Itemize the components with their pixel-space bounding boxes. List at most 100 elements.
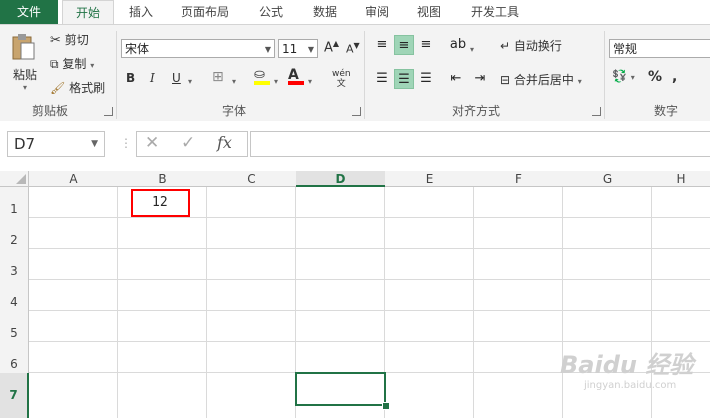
drag-handle-icon[interactable]: ⋮ <box>120 136 132 150</box>
fill-handle[interactable] <box>382 402 390 410</box>
tab-home[interactable]: 开始 <box>62 0 114 25</box>
chevron-down-icon: ▼ <box>307 45 314 54</box>
separator <box>364 31 365 119</box>
tab-view[interactable]: 视图 <box>406 0 452 24</box>
font-size-combo[interactable]: 11 ▼ <box>278 39 318 58</box>
border-icon[interactable]: ⊞ <box>212 69 224 85</box>
phonetic-button[interactable]: wén 文 <box>332 69 351 89</box>
formula-buttons: ✕ ✓ fx <box>136 131 248 157</box>
increase-font-button[interactable]: A▲ <box>324 39 339 55</box>
chevron-down-icon[interactable]: ▾ <box>274 73 278 87</box>
tab-insert[interactable]: 插入 <box>118 0 164 24</box>
tab-data[interactable]: 数据 <box>302 0 348 24</box>
format-painter-button[interactable]: 🖌 格式刷 <box>50 79 105 96</box>
column-header-d[interactable]: D <box>296 171 385 187</box>
font-color-button[interactable]: A <box>288 67 304 85</box>
tab-formulas[interactable]: 公式 <box>248 0 294 24</box>
orientation-icon[interactable]: ab <box>448 35 468 55</box>
scissors-icon: ✂ <box>50 33 61 48</box>
align-right-icon[interactable]: ☰ <box>416 69 436 89</box>
grid-line <box>206 187 207 418</box>
paste-icon <box>12 34 35 60</box>
formula-input[interactable] <box>250 131 710 157</box>
row-header-4[interactable]: 4 <box>0 280 29 311</box>
number-format-value: 常规 <box>613 42 638 56</box>
chevron-down-icon[interactable]: ▾ <box>470 41 474 55</box>
align-left-icon[interactable]: ☰ <box>372 69 392 89</box>
font-name-combo[interactable]: 宋体 ▼ <box>121 39 275 58</box>
dialog-launcher-icon[interactable] <box>592 107 601 116</box>
paint-bucket-icon: ⛀ <box>254 67 265 82</box>
dialog-launcher-icon[interactable] <box>104 107 113 116</box>
name-box[interactable]: D7 ▼ <box>7 131 105 157</box>
wrap-text-button[interactable]: ↵ 自动换行 <box>500 37 562 54</box>
row-header-7[interactable]: 7 <box>0 373 29 418</box>
row-header-5[interactable]: 5 <box>0 311 29 342</box>
paste-button[interactable]: 粘贴 ▾ <box>10 33 40 92</box>
row-header-2[interactable]: 2 <box>0 218 29 249</box>
wrap-text-label: 自动换行 <box>513 39 562 53</box>
active-cell-d7[interactable] <box>295 372 386 406</box>
column-header-e[interactable]: E <box>385 171 474 187</box>
column-header-g[interactable]: G <box>563 171 652 187</box>
highlight-box <box>131 189 190 217</box>
check-icon[interactable]: ✓ <box>181 133 195 153</box>
fill-color-button[interactable]: ⛀ <box>254 67 270 85</box>
column-header-c[interactable]: C <box>207 171 296 187</box>
copy-label: 复制 <box>62 57 87 71</box>
alignment-group-label: 对齐方式 <box>452 104 501 118</box>
column-header-h[interactable]: H <box>652 171 710 187</box>
chevron-down-icon[interactable]: ▾ <box>10 83 40 92</box>
merge-icon: ⊟ <box>500 73 511 87</box>
decrease-font-button[interactable]: A▼ <box>346 41 360 56</box>
fx-icon[interactable]: fx <box>217 133 232 152</box>
dialog-launcher-icon[interactable] <box>352 107 361 116</box>
row-header-1[interactable]: 1 <box>0 187 29 218</box>
underline-button[interactable]: U <box>172 71 181 85</box>
separator <box>116 31 117 119</box>
baidu-watermark: Baidu 经验 jingyan.baidu.com <box>560 351 694 391</box>
font-size-value: 11 <box>282 42 298 56</box>
percent-button[interactable]: % <box>648 69 662 85</box>
ribbon: 粘贴 ▾ ✂ 剪切 ⧉ 复制 ▾ 🖌 格式刷 剪贴板 宋体 ▼ 11 ▼ A▲ A▼… <box>0 24 710 122</box>
comma-button[interactable]: , <box>672 69 677 85</box>
clipboard-group-label: 剪贴板 <box>32 104 69 118</box>
tab-page-layout[interactable]: 页面布局 <box>172 0 238 24</box>
chevron-down-icon: ▼ <box>264 45 271 54</box>
separator <box>604 31 605 119</box>
name-box-value: D7 <box>14 135 36 153</box>
accounting-format-icon[interactable]: 💱 ▾ <box>612 69 635 83</box>
number-format-combo[interactable]: 常规 <box>609 39 710 58</box>
increase-indent-icon[interactable]: ⇥ <box>470 69 490 89</box>
phonetic-label: wén <box>332 69 351 79</box>
paste-label: 粘贴 <box>12 68 37 82</box>
tab-review[interactable]: 审阅 <box>354 0 400 24</box>
row-header-3[interactable]: 3 <box>0 249 29 280</box>
grid-line <box>29 217 710 218</box>
chevron-down-icon[interactable]: ▾ <box>308 73 312 87</box>
ribbon-tabs: 文件 开始 插入 页面布局 公式 数据 审阅 视图 开发工具 <box>0 0 710 25</box>
copy-button[interactable]: ⧉ 复制 ▾ <box>50 55 94 72</box>
tab-developer[interactable]: 开发工具 <box>458 0 532 24</box>
tab-file[interactable]: 文件 <box>0 0 58 24</box>
column-header-f[interactable]: F <box>474 171 563 187</box>
align-center-icon[interactable]: ☰ <box>394 69 414 89</box>
align-middle-icon[interactable]: ≡ <box>394 35 414 55</box>
chevron-down-icon[interactable]: ▾ <box>188 73 192 87</box>
chevron-down-icon[interactable]: ▾ <box>232 73 236 87</box>
decrease-indent-icon[interactable]: ⇤ <box>446 69 466 89</box>
column-header-a[interactable]: A <box>29 171 118 187</box>
row-header-6[interactable]: 6 <box>0 342 29 373</box>
align-bottom-icon[interactable]: ≡ <box>416 35 436 55</box>
cancel-icon[interactable]: ✕ <box>145 133 159 153</box>
chevron-down-icon[interactable]: ▾ <box>578 77 582 86</box>
italic-button[interactable]: I <box>150 71 155 85</box>
bold-button[interactable]: B <box>126 71 135 85</box>
column-header-b[interactable]: B <box>118 171 207 187</box>
align-top-icon[interactable]: ≡ <box>372 35 392 55</box>
select-all-corner[interactable] <box>0 171 29 187</box>
chevron-down-icon[interactable]: ▾ <box>90 61 94 70</box>
cut-button[interactable]: ✂ 剪切 <box>50 31 89 48</box>
merge-center-button[interactable]: ⊟ 合并后居中 ▾ <box>500 71 582 88</box>
format-painter-label: 格式刷 <box>69 81 106 95</box>
